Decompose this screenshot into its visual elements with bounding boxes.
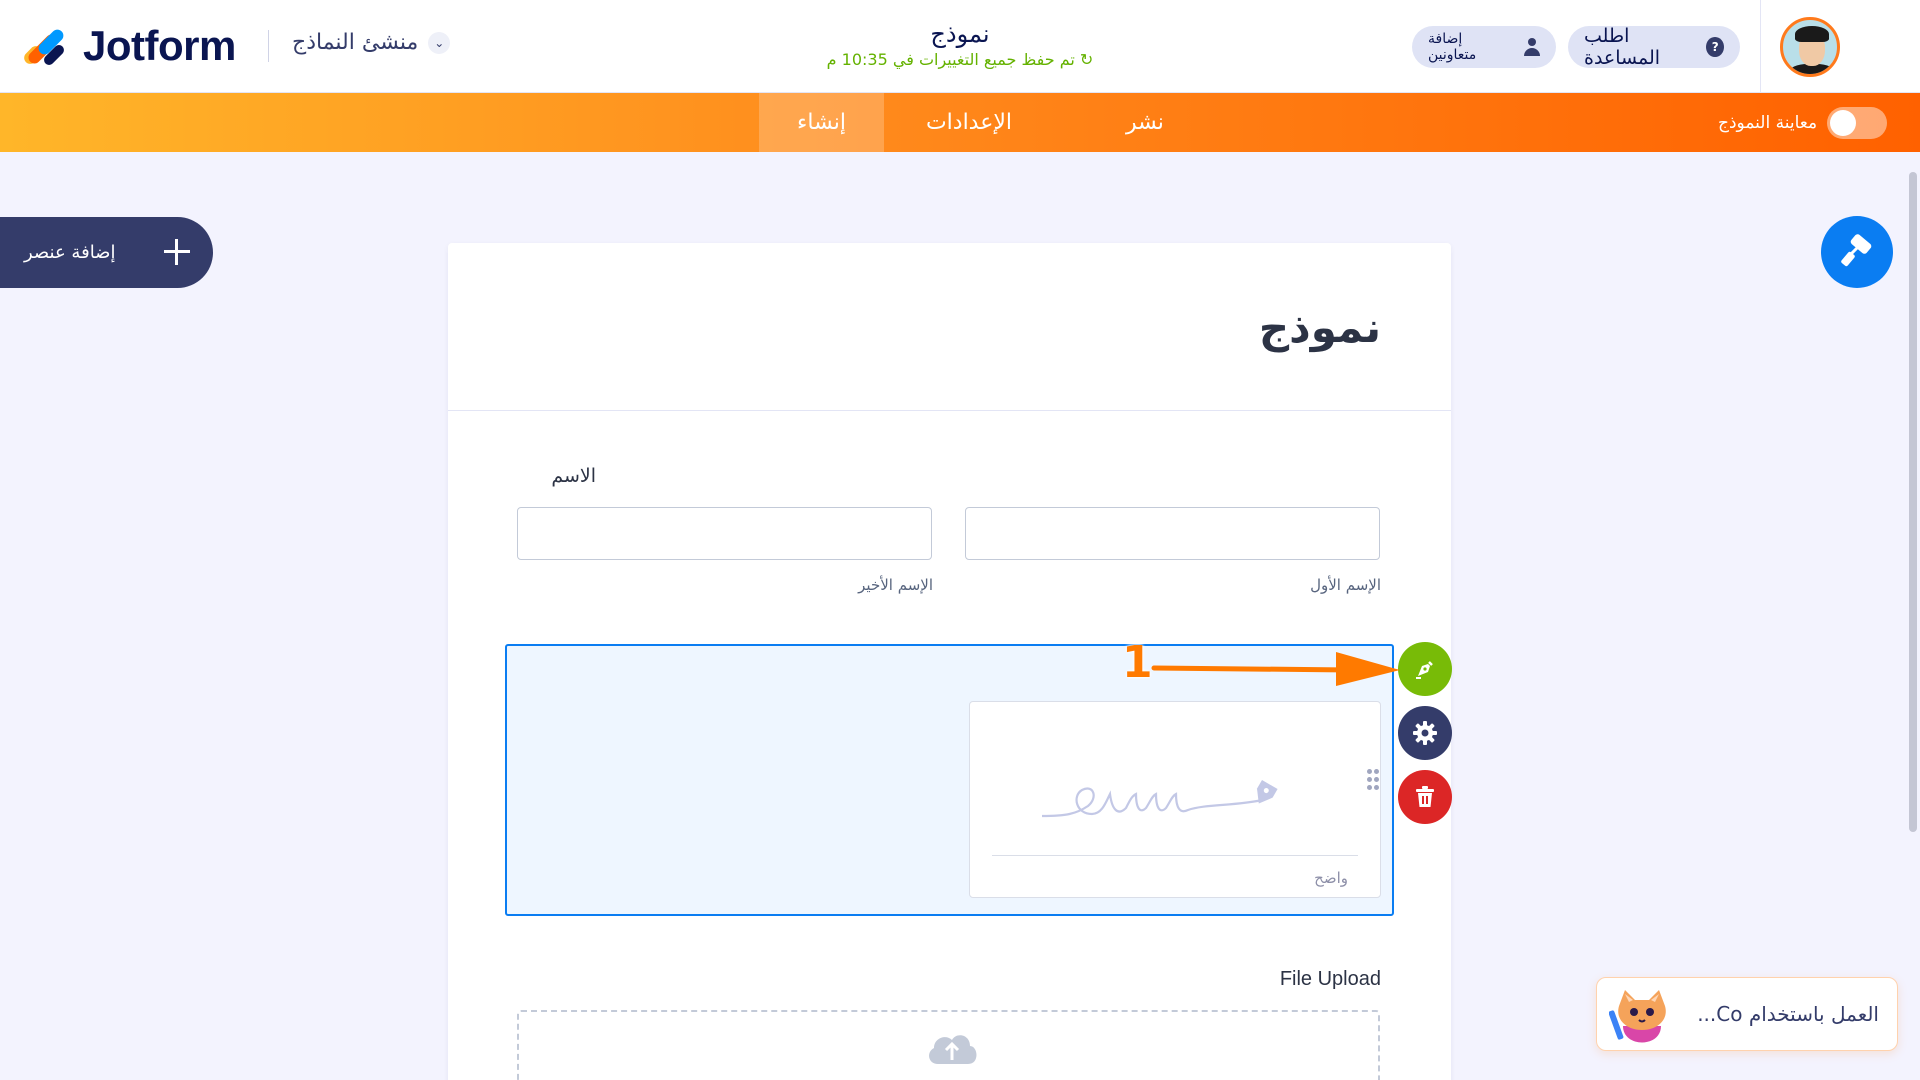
signature-clear-button[interactable]: واضح <box>1314 869 1348 887</box>
last-name-sublabel: الإسم الأخير <box>858 576 933 594</box>
cloud-upload-icon <box>929 1035 977 1064</box>
tab-settings[interactable]: الإعدادات <box>884 93 1054 152</box>
add-collaborators-button[interactable]: إضافة متعاونين <box>1412 26 1556 68</box>
add-element-label: إضافة عنصر <box>24 242 116 263</box>
file-upload-dropzone[interactable] <box>517 1010 1380 1080</box>
name-field-label[interactable]: الاسم <box>551 465 596 487</box>
tab-build[interactable]: إنشاء <box>759 93 884 152</box>
pen-nib-icon <box>1416 661 1433 679</box>
plus-icon <box>162 235 192 269</box>
form-title-area: نموذج ↻ تم حفظ جميع التغييرات في 10:35 م <box>760 20 1160 69</box>
app-switcher-label: منشئ النماذج <box>292 30 419 55</box>
first-name-sublabel: الإسم الأول <box>1310 576 1381 594</box>
edit-signature-button[interactable] <box>1398 642 1452 696</box>
add-collaborators-label: إضافة متعاونين <box>1428 31 1477 63</box>
brand-name: Jotform <box>83 22 236 69</box>
drag-handle-icon[interactable] <box>1367 769 1381 793</box>
preview-form-toggle[interactable] <box>1827 106 1888 139</box>
help-icon: ? <box>1706 37 1724 57</box>
paint-roller-icon <box>1841 234 1872 267</box>
user-icon <box>1523 38 1540 56</box>
builder-nav: نشر الإعدادات إنشاء معاينة النموذج <box>0 93 1920 152</box>
jotform-logo[interactable]: Jotform <box>21 22 236 70</box>
save-status-text: تم حفظ جميع التغييرات في 10:35 م <box>826 50 1075 69</box>
chat-widget-text: العمل باستخدام Co... <box>1697 1002 1879 1026</box>
refresh-icon: ↻ <box>1079 50 1094 69</box>
add-element-button[interactable]: إضافة عنصر <box>0 217 213 288</box>
preview-form-control: معاينة النموذج <box>1718 93 1888 152</box>
cat-mascot-icon <box>1609 990 1666 1043</box>
header-divider <box>268 30 269 62</box>
form-title[interactable]: نموذج <box>1259 303 1381 352</box>
signature-baseline <box>992 855 1358 856</box>
avatar[interactable] <box>1780 17 1840 77</box>
ai-agent-chat-widget[interactable]: العمل باستخدام Co... <box>1596 977 1898 1051</box>
signature-placeholder-icon <box>1041 780 1278 818</box>
trash-icon <box>1416 786 1434 807</box>
app-switcher[interactable]: منشئ النماذج ⌄ <box>292 30 451 55</box>
file-upload-label[interactable]: File Upload <box>1280 968 1381 991</box>
annotation-arrow-icon <box>1151 652 1400 686</box>
last-name-input[interactable] <box>517 507 932 560</box>
field-settings-button[interactable] <box>1398 706 1452 760</box>
chevron-down-icon: ⌄ <box>428 31 451 54</box>
delete-field-button[interactable] <box>1398 770 1452 824</box>
signature-pad[interactable]: واضح <box>969 701 1381 898</box>
annotation-step-number: 1 <box>1122 637 1153 688</box>
top-header: Jotform منشئ النماذج ⌄ نموذج ↻ تم حفظ جم… <box>0 0 1920 93</box>
page-scrollbar[interactable] <box>1906 152 1920 1080</box>
get-help-button[interactable]: اطلب المساعدة ? <box>1568 25 1740 69</box>
scrollbar-thumb[interactable] <box>1909 172 1917 832</box>
header-divider-right <box>1760 0 1761 93</box>
first-name-input[interactable] <box>965 507 1380 560</box>
preview-form-label: معاينة النموذج <box>1718 112 1818 133</box>
gear-icon <box>1413 721 1437 745</box>
form-designer-button[interactable] <box>1821 216 1893 288</box>
get-help-label: اطلب المساعدة <box>1584 25 1661 69</box>
form-header[interactable]: نموذج <box>448 243 1451 411</box>
jotform-logo-icon <box>21 25 67 68</box>
tab-publish[interactable]: نشر <box>1080 93 1210 152</box>
header-form-title[interactable]: نموذج <box>760 20 1160 48</box>
save-status: ↻ تم حفظ جميع التغييرات في 10:35 م <box>760 50 1160 69</box>
